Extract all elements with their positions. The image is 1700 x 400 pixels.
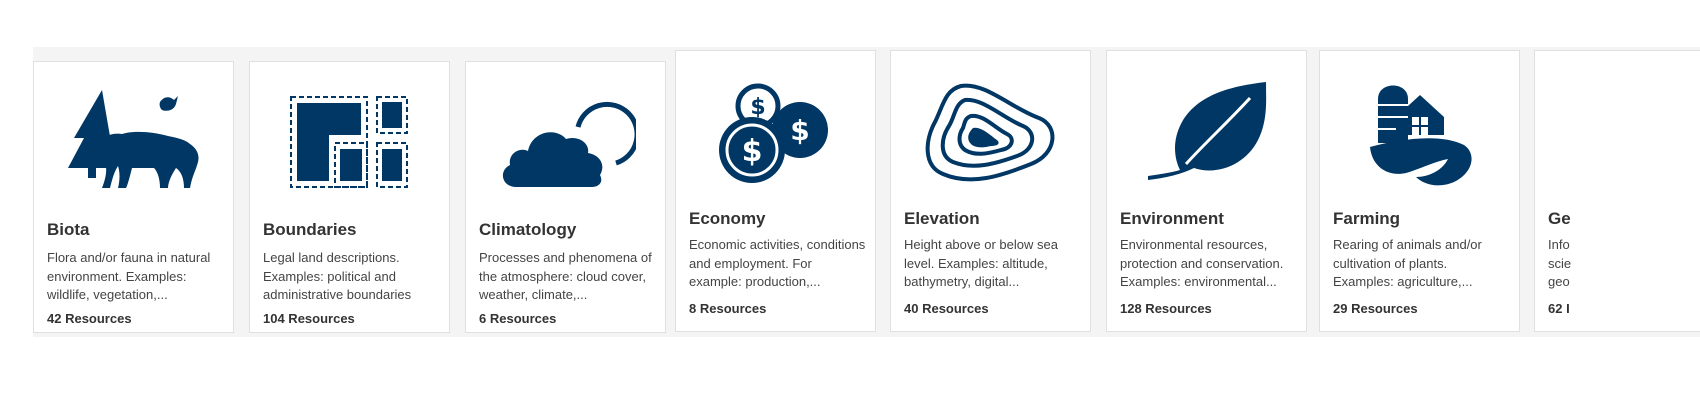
category-card-biota[interactable]: Biota Flora and/or fauna in natural envi… bbox=[33, 61, 234, 333]
category-card-environment[interactable]: Environment Environmental resources, pro… bbox=[1106, 50, 1307, 332]
coins-icon: $ $ $ bbox=[676, 73, 875, 193]
card-description: Legal land descriptions. Examples: polit… bbox=[263, 250, 412, 302]
resource-count: 8 Resources bbox=[689, 301, 767, 316]
boundary-blocks-icon bbox=[250, 76, 449, 206]
card-title: Climatology bbox=[479, 220, 577, 239]
barn-silo-icon bbox=[1320, 73, 1519, 193]
category-card-farming[interactable]: Farming Rearing of animals and/or cultiv… bbox=[1319, 50, 1520, 332]
card-description: Processes and phenomena of the atmospher… bbox=[479, 250, 652, 302]
card-title: Environment bbox=[1120, 209, 1224, 228]
category-card-boundaries[interactable]: Boundaries Legal land descriptions. Exam… bbox=[249, 61, 450, 333]
cloud-sun-icon bbox=[466, 76, 665, 206]
card-description: Height above or below sea level. Example… bbox=[904, 237, 1058, 289]
svg-text:$: $ bbox=[790, 114, 809, 147]
category-card-economy[interactable]: $ $ $ Economy Economic activities, condi… bbox=[675, 50, 876, 332]
leaf-icon bbox=[1107, 73, 1306, 193]
card-title: Economy bbox=[689, 209, 766, 228]
card-title: Elevation bbox=[904, 209, 980, 228]
card-description: Info scie geo bbox=[1548, 237, 1572, 289]
card-description: Rearing of animals and/or cultivation of… bbox=[1333, 237, 1482, 289]
card-description: Economic activities, conditions and empl… bbox=[689, 237, 866, 289]
category-card-elevation[interactable]: Elevation Height above or below sea leve… bbox=[890, 50, 1091, 332]
card-title: Boundaries bbox=[263, 220, 357, 239]
resource-count: 62 I bbox=[1548, 301, 1570, 316]
card-title: Farming bbox=[1333, 209, 1401, 228]
category-card-climatology[interactable]: Climatology Processes and phenomena of t… bbox=[465, 61, 666, 333]
resource-count: 104 Resources bbox=[263, 311, 355, 326]
resource-count: 29 Resources bbox=[1333, 301, 1418, 316]
card-description: Flora and/or fauna in natural environmen… bbox=[47, 250, 211, 302]
contour-lines-icon bbox=[891, 73, 1090, 193]
resource-count: 40 Resources bbox=[904, 301, 989, 316]
svg-text:$: $ bbox=[750, 95, 765, 120]
card-description: Environmental resources, protection and … bbox=[1120, 237, 1284, 289]
resource-count: 42 Resources bbox=[47, 311, 132, 326]
resource-count: 6 Resources bbox=[479, 311, 557, 326]
card-title: Biota bbox=[47, 220, 90, 239]
svg-text:$: $ bbox=[741, 134, 762, 169]
card-title: Ge bbox=[1548, 209, 1571, 228]
bear-tree-bird-icon bbox=[34, 76, 233, 206]
resource-count: 128 Resources bbox=[1120, 301, 1212, 316]
category-card-partial[interactable]: Ge Info scie geo 62 I bbox=[1534, 50, 1700, 332]
